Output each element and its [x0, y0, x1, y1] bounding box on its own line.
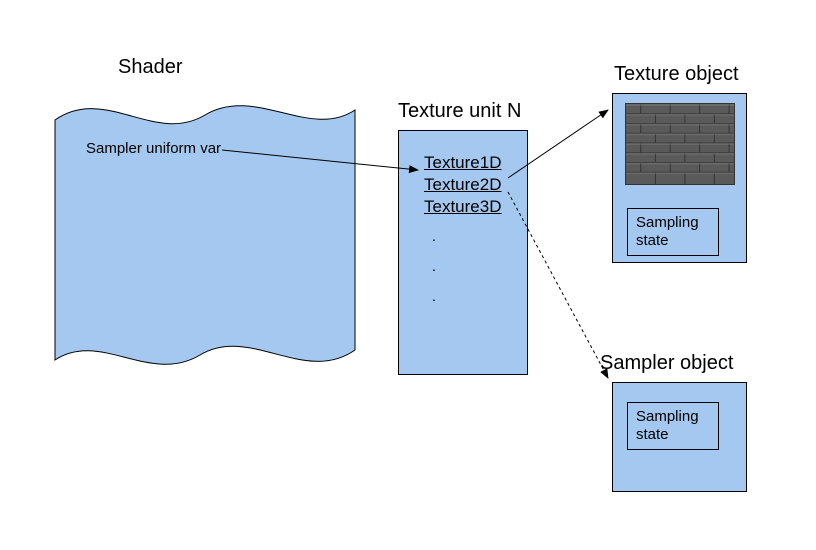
texture-unit-title: Texture unit N: [398, 100, 521, 123]
texture-object-sampling-state: Samplingstate: [627, 208, 719, 256]
brick-texture-image: [625, 103, 735, 185]
dots-3: .: [432, 288, 436, 304]
sampler-uniform-label: Sampler uniform var: [86, 140, 221, 157]
texture-3d-label: Texture3D: [424, 197, 501, 217]
shader-title: Shader: [118, 56, 183, 79]
shader-shape: [45, 90, 365, 390]
sampler-object-title: Sampler object: [600, 352, 733, 375]
dots-2: .: [432, 258, 436, 274]
dots-1: .: [432, 228, 436, 244]
sampler-object-sampling-state: Samplingstate: [627, 402, 719, 450]
texture-2d-label: Texture2D: [424, 175, 501, 195]
texture-1d-label: Texture1D: [424, 153, 501, 173]
texture-object-title: Texture object: [614, 63, 739, 86]
